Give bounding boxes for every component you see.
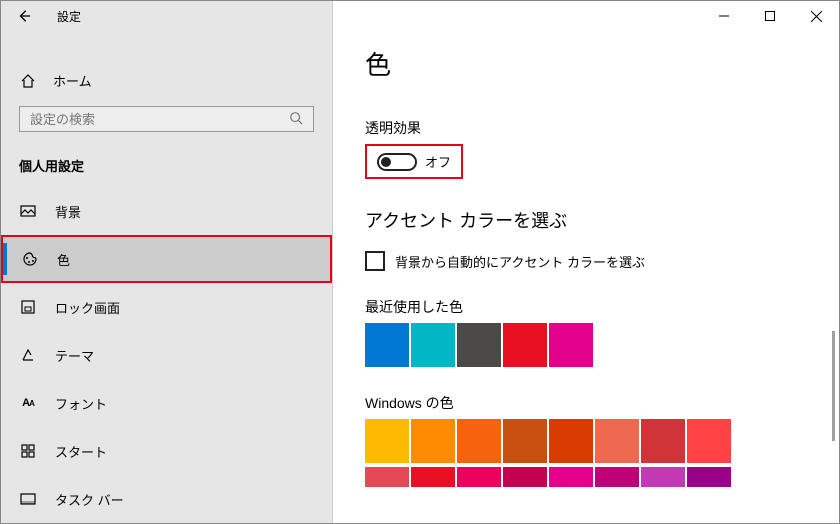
back-button[interactable]: [9, 1, 39, 31]
color-swatch[interactable]: [411, 467, 455, 487]
lockscreen-icon: [19, 298, 37, 316]
transparency-toggle[interactable]: [377, 153, 417, 171]
taskbar-icon: [19, 490, 37, 508]
sidebar-item-taskbar[interactable]: タスク バー: [1, 475, 332, 523]
accent-heading: アクセント カラーを選ぶ: [365, 207, 807, 233]
themes-icon: [19, 346, 37, 364]
color-swatch[interactable]: [411, 323, 455, 367]
sidebar-item-background[interactable]: 背景: [1, 187, 332, 235]
sidebar-item-label: 色: [57, 250, 70, 269]
color-swatch[interactable]: [549, 323, 593, 367]
auto-accent-row[interactable]: 背景から自動的にアクセント カラーを選ぶ: [365, 251, 807, 271]
sidebar-item-lockscreen[interactable]: ロック画面: [1, 283, 332, 331]
fonts-icon: AA: [19, 394, 37, 412]
color-swatch[interactable]: [687, 419, 731, 463]
search-box[interactable]: [19, 106, 314, 132]
windows-colors-row-2: [365, 467, 807, 487]
sidebar-home-label: ホーム: [53, 71, 92, 90]
home-icon: [19, 72, 37, 90]
start-icon: [19, 442, 37, 460]
windows-colors-row-1: [365, 419, 807, 463]
titlebar: 設定: [1, 1, 332, 31]
search-input[interactable]: [30, 112, 289, 127]
color-swatch[interactable]: [411, 419, 455, 463]
sidebar-item-label: テーマ: [55, 346, 94, 365]
sidebar-item-label: ロック画面: [55, 298, 120, 317]
auto-accent-label: 背景から自動的にアクセント カラーを選ぶ: [395, 252, 645, 271]
minimize-button[interactable]: [701, 1, 747, 31]
palette-icon: [21, 250, 39, 268]
color-swatch[interactable]: [641, 467, 685, 487]
sidebar-section-title: 個人用設定: [1, 132, 332, 187]
transparency-label: 透明効果: [365, 118, 807, 138]
scrollbar[interactable]: [832, 331, 835, 441]
color-swatch[interactable]: [457, 467, 501, 487]
recent-colors-label: 最近使用した色: [365, 297, 807, 317]
maximize-button[interactable]: [747, 1, 793, 31]
color-swatch[interactable]: [365, 323, 409, 367]
sidebar-item-label: フォント: [55, 394, 107, 413]
color-swatch[interactable]: [549, 419, 593, 463]
color-swatch[interactable]: [457, 323, 501, 367]
color-swatch[interactable]: [549, 467, 593, 487]
color-swatch[interactable]: [503, 419, 547, 463]
sidebar-item-label: 背景: [55, 202, 81, 221]
sidebar-item-label: スタート: [55, 442, 107, 461]
search-icon: [289, 111, 303, 128]
color-swatch[interactable]: [503, 467, 547, 487]
sidebar-item-colors[interactable]: 色: [1, 235, 332, 283]
recent-colors-row: [365, 323, 807, 367]
color-swatch[interactable]: [641, 419, 685, 463]
sidebar-item-fonts[interactable]: AA フォント: [1, 379, 332, 427]
sidebar-home[interactable]: ホーム: [1, 59, 332, 102]
window-controls: [701, 1, 839, 31]
color-swatch[interactable]: [365, 467, 409, 487]
color-swatch[interactable]: [687, 467, 731, 487]
sidebar-item-themes[interactable]: テーマ: [1, 331, 332, 379]
nav-list: 背景 色 ロック画面 テーマ AA: [1, 187, 332, 523]
sidebar-item-label: タスク バー: [55, 490, 124, 509]
toggle-knob: [381, 157, 391, 167]
color-swatch[interactable]: [365, 419, 409, 463]
page-title: 色: [365, 45, 807, 82]
color-swatch[interactable]: [595, 419, 639, 463]
transparency-toggle-row: オフ: [365, 144, 463, 179]
transparency-state: オフ: [425, 152, 451, 171]
color-swatch[interactable]: [457, 419, 501, 463]
content-area: 色 透明効果 オフ アクセント カラーを選ぶ 背景から自動的にアクセント カラー…: [333, 1, 839, 523]
windows-colors-label: Windows の色: [365, 393, 807, 413]
sidebar: 設定 ホーム 個人用設定 背景: [1, 1, 333, 523]
window-title: 設定: [57, 8, 81, 25]
color-swatch[interactable]: [503, 323, 547, 367]
picture-icon: [19, 202, 37, 220]
color-swatch[interactable]: [595, 467, 639, 487]
sidebar-item-start[interactable]: スタート: [1, 427, 332, 475]
auto-accent-checkbox[interactable]: [365, 251, 385, 271]
close-button[interactable]: [793, 1, 839, 31]
